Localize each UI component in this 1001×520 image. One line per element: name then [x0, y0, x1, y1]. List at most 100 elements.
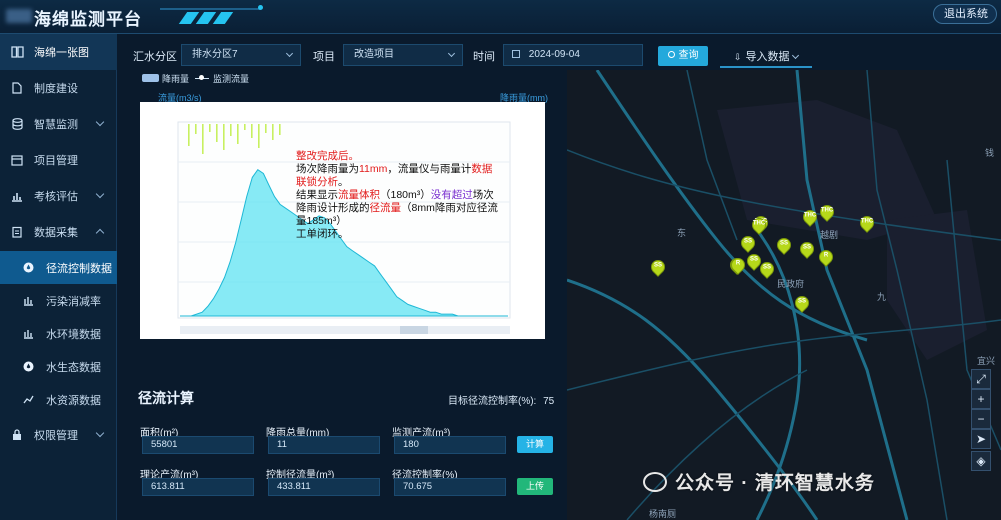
- rain-bar: [265, 124, 267, 133]
- logout-button[interactable]: 退出系统: [933, 4, 997, 24]
- sidebar-subitem-pollution[interactable]: 污染消减率: [0, 284, 117, 317]
- target-rate: 目标径流控制率(%): 75: [448, 392, 554, 407]
- database-icon: [10, 117, 24, 131]
- sidebar-item-label: 考核评估: [34, 191, 78, 203]
- map-marker-label: SS: [779, 240, 788, 247]
- runoff-calc-panel: 径流计算 目标径流控制率(%): 75 面积(m²) 55801 降雨总量(mm…: [128, 380, 566, 520]
- upload-icon: ⇩: [734, 52, 742, 62]
- map-label: 九: [877, 292, 887, 302]
- query-button[interactable]: 查询: [658, 46, 708, 66]
- zoom-in-button[interactable]: +: [971, 389, 991, 409]
- note-highlight: 11mm: [359, 163, 388, 175]
- wechat-icon: [643, 471, 667, 492]
- note-line-1: 整改完成后。: [296, 150, 359, 162]
- sidebar-subitem-water-eco[interactable]: 水生态数据: [0, 350, 117, 383]
- import-data-label: 导入数据: [745, 51, 790, 63]
- sidebar-item-label: 数据采集: [34, 227, 78, 239]
- chevron-down-icon: [285, 49, 294, 58]
- map-marker-label: R: [735, 260, 741, 267]
- document-icon: [10, 81, 24, 95]
- control-input[interactable]: 433.811: [268, 478, 380, 496]
- target-rate-value: 75: [543, 396, 555, 407]
- locate-icon[interactable]: ➤: [971, 429, 991, 449]
- sidebar-item-label: 智慧监测: [34, 119, 78, 131]
- app-header: 海绵监测平台 退出系统: [0, 0, 1001, 34]
- drop-icon: [22, 361, 34, 373]
- sidebar-item-label: 权限管理: [34, 430, 78, 442]
- note-text: 。: [338, 176, 349, 188]
- header-decoration: [178, 12, 243, 24]
- sidebar-subitem-water-env[interactable]: 水环境数据: [0, 317, 117, 350]
- rain-bar: [251, 124, 253, 138]
- rain-bar: [237, 124, 239, 144]
- date-picker[interactable]: 2024-09-04: [503, 44, 643, 66]
- sidebar-item-policy[interactable]: 制度建设: [0, 70, 117, 106]
- rain-bar: [230, 124, 232, 136]
- project-select-value: 改造项目: [354, 49, 394, 60]
- map-marker-label: THC: [752, 220, 766, 227]
- area-input[interactable]: 55801: [142, 436, 254, 454]
- sidebar-subitem-label: 水资源数据: [46, 394, 101, 407]
- district-select[interactable]: 排水分区7: [181, 44, 301, 66]
- sidebar-item-data-collection[interactable]: 数据采集: [0, 214, 117, 250]
- query-button-label: 查询: [678, 50, 699, 61]
- monitor-input[interactable]: 180: [394, 436, 506, 454]
- sidebar-item-permission[interactable]: 权限管理: [0, 417, 117, 453]
- app-title: 海绵监测平台: [34, 10, 142, 29]
- calculate-button[interactable]: 计算: [517, 436, 553, 453]
- fullscreen-icon[interactable]: ⤢: [971, 369, 991, 389]
- rain-input[interactable]: 11: [268, 436, 380, 454]
- clipboard-icon: [10, 225, 24, 239]
- zoom-out-button[interactable]: −: [971, 409, 991, 429]
- map-view[interactable]: 东 民政府 越剧 九 钱 宜兴 杨南厕 THCTHCTHCTHCSSSSSSSS…: [567, 70, 1001, 520]
- sidebar-item-project[interactable]: 项目管理: [0, 142, 117, 178]
- sidebar-subitem-label: 水生态数据: [46, 361, 101, 374]
- sidebar-item-monitor[interactable]: 智慧监测: [0, 106, 117, 142]
- map-marker-label: THC: [803, 212, 817, 219]
- chart-icon: [22, 394, 34, 406]
- map-label: 东: [677, 228, 687, 238]
- rain-bar: [244, 124, 246, 130]
- search-icon: [667, 51, 675, 58]
- import-data-button[interactable]: ⇩ 导入数据: [720, 46, 812, 68]
- target-rate-label: 目标径流控制率(%):: [448, 396, 537, 407]
- sidebar-subitem-runoff[interactable]: 径流控制数据: [0, 251, 117, 284]
- map-marker-label: THC: [820, 207, 834, 214]
- header-dot: [258, 5, 263, 10]
- chart-icon: [22, 295, 34, 307]
- rain-bar: [272, 124, 274, 140]
- sidebar-subitem-label: 污染消减率: [46, 295, 101, 308]
- sidebar-item-assessment[interactable]: 考核评估: [0, 178, 117, 214]
- time-label: 时间: [473, 51, 495, 63]
- sidebar-subitem-water-resource[interactable]: 水资源数据: [0, 383, 117, 416]
- note-line-4: 工单闭环。: [296, 228, 349, 240]
- map-book-icon: [10, 45, 24, 59]
- map-marker-label: SS: [797, 298, 806, 305]
- rate-input[interactable]: 70.675: [394, 478, 506, 496]
- chart-icon: [22, 328, 34, 340]
- rain-bar: [279, 124, 281, 135]
- chart-legend: 降雨量 监测流量: [142, 72, 249, 84]
- project-select[interactable]: 改造项目: [343, 44, 463, 66]
- chevron-down-icon: [95, 117, 105, 127]
- sidebar-item-label: 海绵一张图: [34, 47, 89, 59]
- calendar-icon: [512, 50, 520, 58]
- sidebar-item-label: 制度建设: [34, 83, 78, 95]
- project-label: 项目: [313, 51, 335, 63]
- calc-title: 径流计算: [138, 390, 194, 406]
- sidebar-subitem-label: 径流控制数据: [46, 262, 112, 275]
- layers-icon[interactable]: ◈: [971, 451, 991, 471]
- sidebar-item-map[interactable]: 海绵一张图: [0, 34, 117, 70]
- sidebar-item-label: 项目管理: [34, 155, 78, 167]
- sidebar: 海绵一张图 制度建设 智慧监测 项目管理 考核评估 数据采集 径流控制数据 污染…: [0, 34, 117, 520]
- map-label: 宜兴: [977, 356, 996, 366]
- note-highlight: 没有超过: [430, 189, 473, 201]
- map-marker-label: THC: [860, 218, 874, 225]
- upload-button[interactable]: 上传: [517, 478, 553, 495]
- district-select-value: 排水分区7: [192, 49, 238, 60]
- map-marker-label: SS: [653, 262, 662, 269]
- legend-rain-swatch: [142, 74, 159, 82]
- theory-input[interactable]: 613.811: [142, 478, 254, 496]
- map-marker-label: SS: [749, 256, 758, 263]
- filter-bar: 汇水分区 排水分区7 项目 改造项目 时间 2024-09-04: [127, 44, 643, 66]
